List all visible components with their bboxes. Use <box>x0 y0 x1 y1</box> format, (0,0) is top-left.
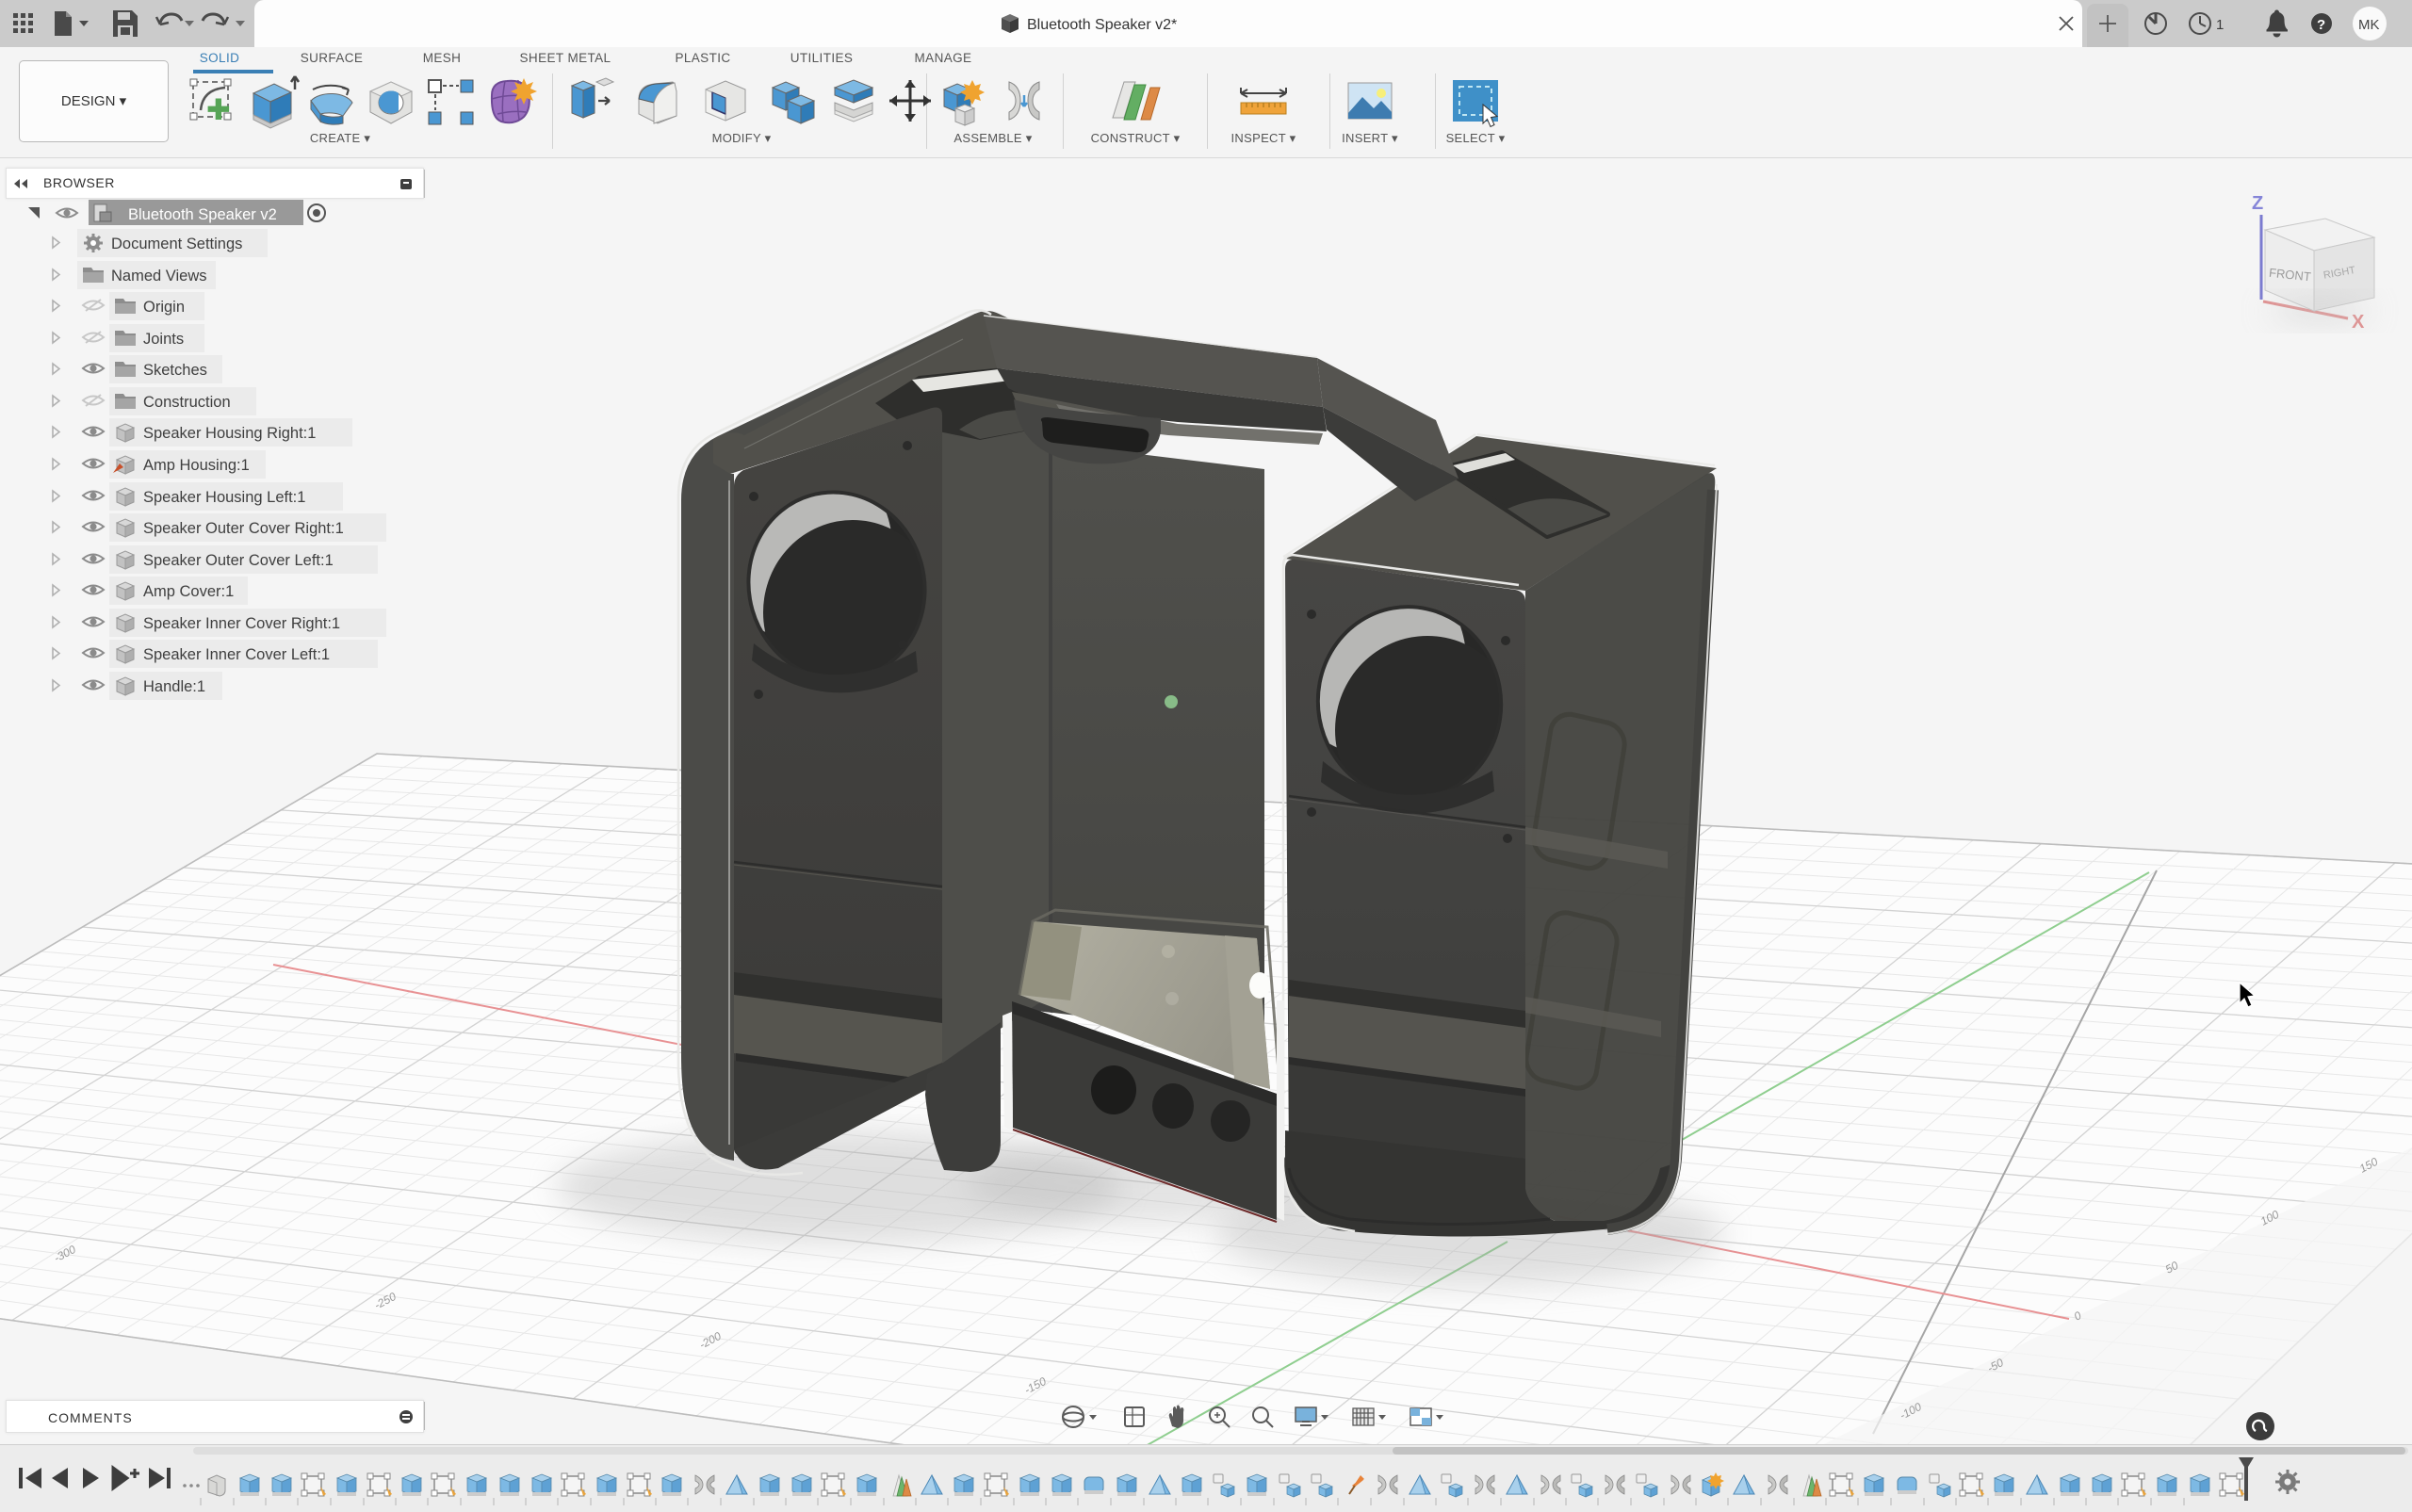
svg-text:Document Settings: Document Settings <box>111 236 242 252</box>
svg-text:Sketches: Sketches <box>143 362 207 379</box>
svg-text:Speaker Housing Left:1: Speaker Housing Left:1 <box>143 489 305 506</box>
svg-text:Named Views: Named Views <box>111 268 207 285</box>
svg-text:Joints: Joints <box>143 331 184 348</box>
svg-text:Origin: Origin <box>143 299 185 316</box>
svg-text:COMMENTS: COMMENTS <box>48 1410 133 1425</box>
svg-text:Speaker Inner Cover Left:1: Speaker Inner Cover Left:1 <box>143 646 330 663</box>
svg-text:Speaker Inner Cover Right:1: Speaker Inner Cover Right:1 <box>143 615 340 632</box>
svg-text:Speaker Housing Right:1: Speaker Housing Right:1 <box>143 425 316 442</box>
svg-text:Bluetooth Speaker v2: Bluetooth Speaker v2 <box>128 206 277 223</box>
svg-text:Amp Cover:1: Amp Cover:1 <box>143 583 234 600</box>
svg-text:Construction: Construction <box>143 394 231 411</box>
svg-text:Amp Housing:1: Amp Housing:1 <box>143 457 250 474</box>
svg-text:Z: Z <box>2252 193 2263 214</box>
svg-text:Speaker Outer Cover Left:1: Speaker Outer Cover Left:1 <box>143 552 334 569</box>
svg-text:Speaker Outer Cover Right:1: Speaker Outer Cover Right:1 <box>143 520 344 537</box>
svg-text:Handle:1: Handle:1 <box>143 678 205 695</box>
